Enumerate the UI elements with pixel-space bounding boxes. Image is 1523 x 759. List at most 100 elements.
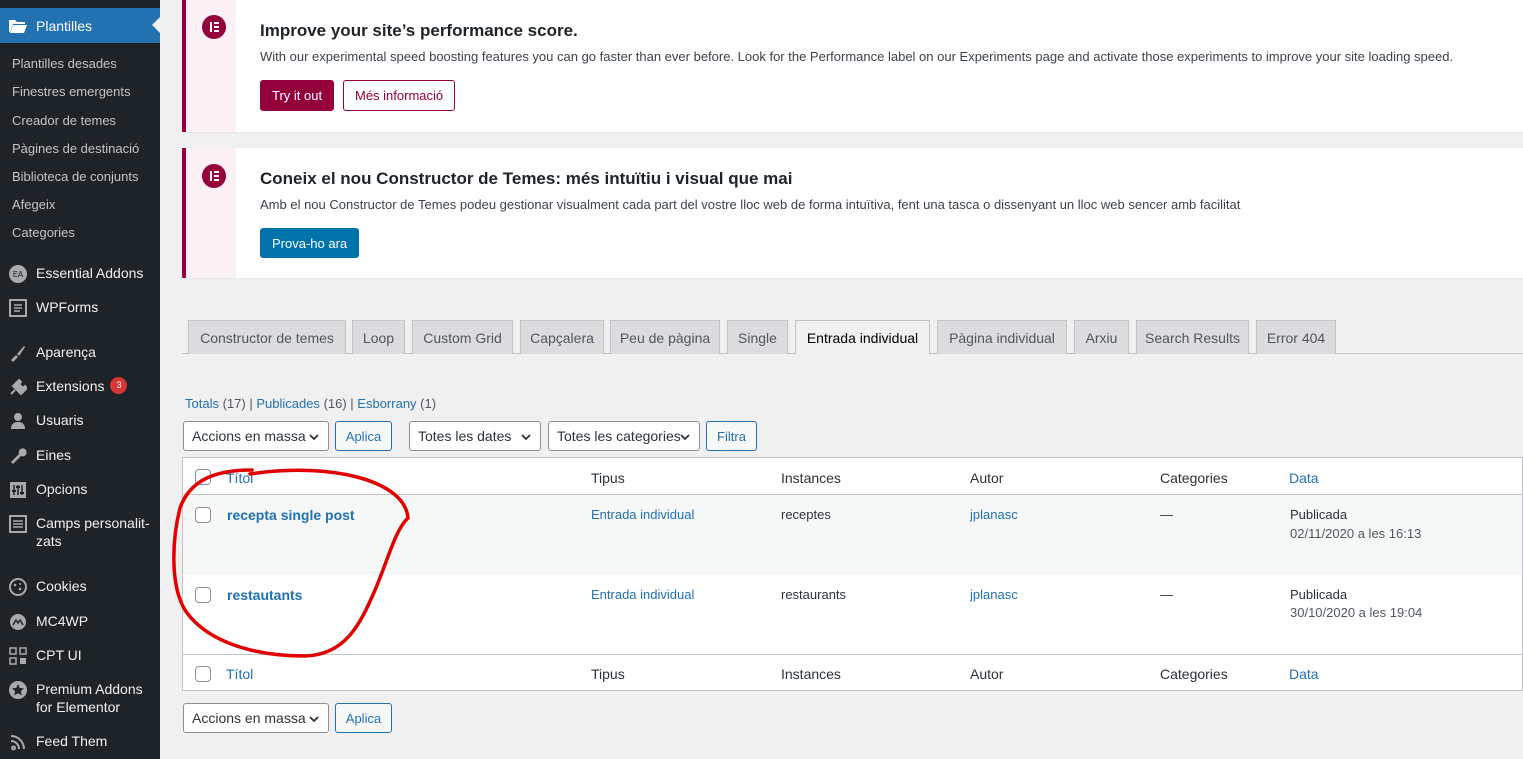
row-date: 02/11/2020 a les 16:13: [1290, 526, 1422, 541]
fields-icon: [8, 514, 28, 534]
column-categories: Categories: [1160, 666, 1228, 682]
row-categories: —: [1160, 587, 1173, 602]
row-status: Publicada: [1290, 587, 1348, 602]
settings-sliders-icon: [8, 480, 28, 500]
row-instances: restaurants: [781, 587, 847, 602]
row-type-link[interactable]: Entrada individual: [591, 587, 694, 602]
sidebar-item-usuaris[interactable]: Usuaris: [0, 411, 160, 431]
elementor-logo-icon: [202, 164, 226, 188]
cookie-icon: [8, 577, 28, 597]
table-header: Títol Tipus Instances Autor Categories D…: [183, 458, 1522, 495]
row-checkbox[interactable]: [195, 507, 211, 523]
elementor-logo-icon: [202, 15, 226, 39]
select-all-checkbox[interactable]: [195, 469, 211, 485]
column-instances: Instances: [781, 470, 841, 486]
sidebar-item-cookies[interactable]: Cookies: [0, 577, 160, 597]
sidebar-item-essential-addons[interactable]: EA Essential Addons: [0, 264, 160, 284]
sidebar-item-cpt-ui[interactable]: CPT UI: [0, 646, 160, 666]
row-checkbox[interactable]: [195, 587, 211, 603]
date-filter-select[interactable]: Totes les dates: [409, 421, 541, 451]
wpforms-icon: [8, 298, 28, 318]
column-author: Autor: [970, 470, 1004, 486]
submenu-finestres-emergents[interactable]: Finestres emergents: [12, 84, 131, 99]
svg-text:EA: EA: [13, 270, 24, 279]
row-type-link[interactable]: Entrada individual: [591, 507, 694, 522]
sidebar-item-eines[interactable]: Eines: [0, 446, 160, 466]
try-it-out-button[interactable]: Try it out: [260, 80, 335, 111]
user-icon: [8, 411, 28, 431]
sidebar-item-feed-them[interactable]: Feed Them: [0, 732, 160, 752]
category-filter-select[interactable]: Totes les categories: [548, 421, 700, 451]
brush-icon: [8, 343, 28, 363]
sidebar-item-mc4wp[interactable]: MC4WP: [0, 612, 160, 632]
apply-button-bottom[interactable]: Aplica: [335, 703, 392, 733]
select-all-checkbox[interactable]: [195, 666, 211, 682]
notice-title: Coneix el nou Constructor de Temes: més …: [260, 169, 793, 188]
filter-button[interactable]: Filtra: [706, 421, 757, 451]
wrench-icon: [8, 446, 28, 466]
tab-custom-grid[interactable]: Custom Grid: [412, 320, 513, 354]
sidebar-item-extensions[interactable]: Extensions 3: [0, 377, 160, 397]
column-title[interactable]: Títol: [226, 470, 253, 486]
column-date[interactable]: Data: [1289, 666, 1319, 682]
tab-error-404[interactable]: Error 404: [1256, 320, 1336, 354]
row-author-link[interactable]: jplanasc: [970, 507, 1018, 522]
notice-text: Amb el nou Constructor de Temes podeu ge…: [260, 197, 1241, 212]
admin-sidebar: Plantilles Plantilles desades Finestres …: [0, 0, 160, 759]
submenu-categories[interactable]: Categories: [12, 225, 75, 240]
more-info-button[interactable]: Més informació: [343, 80, 456, 111]
row-instances: receptes: [781, 507, 831, 522]
column-title[interactable]: Títol: [226, 666, 253, 682]
sidebar-item-premium-addons[interactable]: Premium Addons for Elementor: [0, 680, 160, 716]
chevron-down-icon: [680, 434, 690, 441]
sidebar-item-label: Plantilles: [36, 17, 93, 34]
row-title-link[interactable]: restautants: [227, 587, 302, 603]
apply-button[interactable]: Aplica: [335, 421, 392, 451]
column-type: Tipus: [591, 470, 625, 486]
sidebar-item-plantilles[interactable]: Plantilles: [0, 8, 160, 43]
tab-capcalera[interactable]: Capçalera: [520, 320, 604, 354]
tab-loop[interactable]: Loop: [352, 320, 405, 354]
row-categories: —: [1160, 507, 1173, 522]
chevron-down-icon: [521, 434, 531, 441]
notice-title: Improve your site’s performance score.: [260, 21, 578, 40]
sidebar-item-aparenca[interactable]: Aparença: [0, 343, 160, 363]
submenu-biblioteca-de-conjunts[interactable]: Biblioteca de conjunts: [12, 169, 138, 184]
star-badge-icon: [8, 680, 28, 700]
submenu-pagines-de-destinacio[interactable]: Pàgines de destinació: [12, 141, 139, 156]
row-date: 30/10/2020 a les 19:04: [1290, 605, 1423, 620]
sidebar-item-opcions[interactable]: Opcions: [0, 480, 160, 500]
tab-search-results[interactable]: Search Results: [1136, 320, 1249, 354]
bulk-actions-select[interactable]: Accions en massa: [183, 421, 329, 451]
table-footer: Títol Tipus Instances Autor Categories D…: [183, 654, 1522, 691]
submenu-afegeix[interactable]: Afegeix: [12, 197, 55, 212]
column-categories: Categories: [1160, 470, 1228, 486]
try-now-button[interactable]: Prova-ho ara: [260, 228, 360, 258]
view-published-link[interactable]: Publicades: [256, 396, 320, 411]
tab-constructor-de-temes[interactable]: Constructor de temes: [188, 320, 346, 354]
sidebar-item-camps-personalitzats[interactable]: Camps personalit-zats: [0, 514, 160, 550]
row-title-link[interactable]: recepta single post: [227, 507, 355, 523]
view-draft-link[interactable]: Esborrany: [357, 396, 416, 411]
table-row: restautants Entrada individual restauran…: [183, 575, 1522, 655]
bulk-actions-select-bottom[interactable]: Accions en massa: [183, 703, 329, 733]
view-all-link[interactable]: Totals: [185, 396, 219, 411]
sidebar-item-wpforms[interactable]: WPForms: [0, 298, 160, 318]
row-status: Publicada: [1290, 507, 1348, 522]
cpt-grid-icon: [8, 646, 28, 666]
plugin-icon: [8, 377, 28, 397]
performance-notice: Improve your site’s performance score. W…: [182, 0, 1523, 132]
tab-arxiu[interactable]: Arxiu: [1074, 320, 1129, 354]
tab-peu-de-pagina[interactable]: Peu de pàgina: [610, 320, 720, 354]
tab-single[interactable]: Single: [727, 320, 788, 354]
column-date[interactable]: Data: [1289, 470, 1319, 486]
submenu-plantilles-desades[interactable]: Plantilles desades: [12, 56, 117, 71]
column-type: Tipus: [591, 666, 625, 682]
tab-entrada-individual[interactable]: Entrada individual: [795, 320, 930, 355]
column-author: Autor: [970, 666, 1004, 682]
folder-open-icon: [8, 16, 28, 36]
tab-pagina-individual[interactable]: Pàgina individual: [937, 320, 1067, 354]
submenu-creador-de-temes[interactable]: Creador de temes: [12, 113, 116, 128]
row-author-link[interactable]: jplanasc: [970, 587, 1018, 602]
notice-text: With our experimental speed boosting fea…: [260, 49, 1454, 64]
